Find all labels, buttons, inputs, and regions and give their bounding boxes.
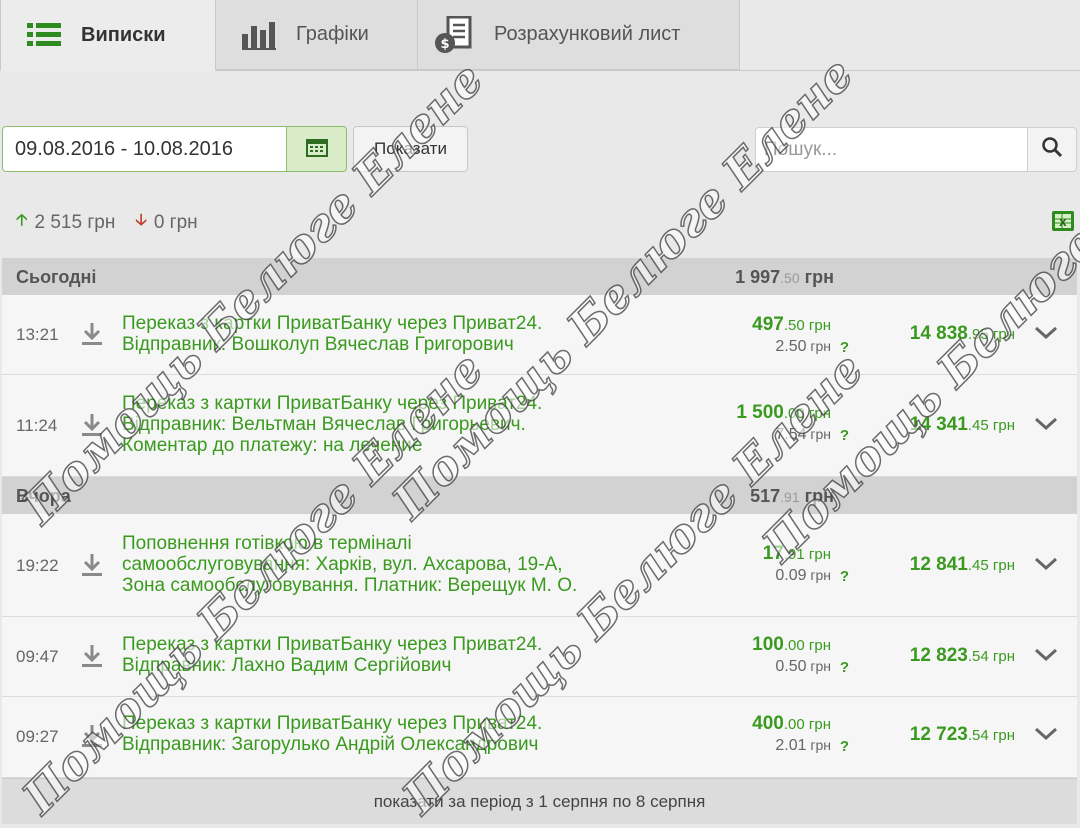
transaction-fee: 0.50 грн [775, 658, 831, 675]
search-icon [1041, 136, 1063, 163]
transaction-description: Переказ з картки ПриватБанку через Прива… [122, 713, 543, 755]
download-icon[interactable] [80, 412, 104, 443]
group-header-today: Сьогодні 1 997.50 грн [2, 258, 1077, 295]
fee-help-icon[interactable]: ? [840, 339, 849, 356]
download-icon[interactable] [80, 321, 104, 352]
group-header-yesterday: Вчора 517.91 грн [2, 477, 1077, 514]
transaction-fee: 2.01 грн [775, 737, 831, 754]
transaction-time: 19:22 [16, 556, 59, 575]
transaction-balance: 12 841.45 грн [909, 554, 1015, 575]
transaction-fee: 0.09 грн [775, 567, 831, 584]
chevron-down-icon[interactable] [1033, 726, 1059, 747]
show-earlier-period-link[interactable]: показати за період з 1 серпня по 8 серпн… [2, 778, 1077, 824]
transaction-balance: 14 341.45 грн [909, 414, 1015, 435]
calendar-button[interactable] [286, 126, 347, 172]
transaction-balance: 14 838.95 грн [909, 323, 1015, 344]
tab-payroll-label: Розрахунковий лист [494, 23, 681, 45]
group-sum: 517.91 грн [750, 486, 834, 506]
group-label: Сьогодні [16, 267, 97, 287]
fee-help-icon[interactable]: ? [840, 659, 849, 676]
transaction-row[interactable]: 09:27 Переказ з картки ПриватБанку через… [2, 697, 1077, 778]
transaction-amount: 17.91 грн 0.09 грн [762, 543, 831, 585]
arrow-up-icon: 🡡 [16, 212, 28, 229]
transaction-balance: 12 723.54 грн [909, 724, 1015, 745]
transaction-amount: 497.50 грн 2.50 грн [752, 314, 831, 356]
search-button[interactable] [1027, 127, 1077, 172]
svg-text:$: $ [440, 37, 449, 52]
transaction-description: Поповнення готівкою в терміналі самообслу… [122, 533, 578, 596]
search-input[interactable]: Пошук... [755, 127, 1028, 172]
transaction-description: Переказ з картки ПриватБанку через Прива… [122, 313, 543, 355]
tab-charts-label: Графіки [296, 23, 369, 45]
expense-total: 0 грн [153, 211, 198, 233]
tab-payroll[interactable]: $ Розрахунковий лист [417, 0, 740, 70]
chevron-down-icon[interactable] [1033, 325, 1059, 346]
transaction-balance: 12 823.54 грн [909, 645, 1015, 666]
transaction-fee: 2.50 грн [775, 338, 831, 355]
tab-statements-label: Виписки [81, 23, 166, 46]
download-icon[interactable] [80, 723, 104, 754]
tab-statements[interactable]: Виписки [0, 0, 216, 71]
list-icon [27, 21, 61, 49]
transaction-time: 13:21 [16, 325, 59, 344]
transaction-time: 09:27 [16, 727, 59, 746]
transaction-amount: 100.00 грн 0.50 грн [752, 634, 831, 676]
calendar-icon [305, 137, 328, 162]
transaction-time: 09:47 [16, 647, 59, 666]
invoice-icon: $ [434, 15, 476, 54]
bar-chart-icon [242, 20, 276, 50]
download-icon[interactable] [80, 552, 104, 583]
transaction-row[interactable]: 11:24 Переказ з картки ПриватБанку через… [2, 375, 1077, 477]
group-label: Вчора [16, 486, 71, 506]
tab-charts[interactable]: Графіки [215, 0, 418, 70]
transaction-description: Переказ з картки ПриватБанку через Прива… [122, 634, 543, 676]
show-button[interactable]: Показати [353, 126, 468, 172]
transaction-time: 11:24 [16, 416, 58, 435]
chevron-down-icon[interactable] [1033, 416, 1059, 437]
fee-help-icon[interactable]: ? [840, 568, 849, 585]
arrow-down-icon: 🡣 [135, 212, 147, 229]
transaction-row[interactable]: 19:22 Поповнення готівкою в терміналі сам… [2, 514, 1077, 617]
chevron-down-icon[interactable] [1033, 556, 1059, 577]
transaction-amount: 400.00 грн 2.01 грн [752, 713, 831, 755]
svg-text:X: X [1059, 218, 1067, 229]
excel-export-icon[interactable]: X [1051, 210, 1075, 237]
period-totals: 🡡 2 515 грн 🡣 0 грн [16, 209, 198, 236]
chevron-down-icon[interactable] [1033, 647, 1059, 668]
transaction-amount: 1 500.00 грн 7.54 грн [736, 402, 831, 444]
fee-help-icon[interactable]: ? [840, 427, 849, 444]
transaction-row[interactable]: 09:47 Переказ з картки ПриватБанку через… [2, 617, 1077, 697]
transaction-fee: 7.54 грн [775, 426, 831, 443]
group-sum: 1 997.50 грн [735, 267, 834, 287]
tab-bar: Виписки Графіки $ Розрахунковий лист [0, 0, 1080, 71]
fee-help-icon[interactable]: ? [840, 738, 849, 755]
income-total: 2 515 грн [34, 211, 116, 233]
transaction-description: Переказ з картки ПриватБанку через Прива… [122, 393, 543, 456]
transaction-row[interactable]: 13:21 Переказ з картки ПриватБанку через… [2, 295, 1077, 375]
date-range-input[interactable]: 09.08.2016 - 10.08.2016 [2, 126, 287, 172]
download-icon[interactable] [80, 643, 104, 674]
